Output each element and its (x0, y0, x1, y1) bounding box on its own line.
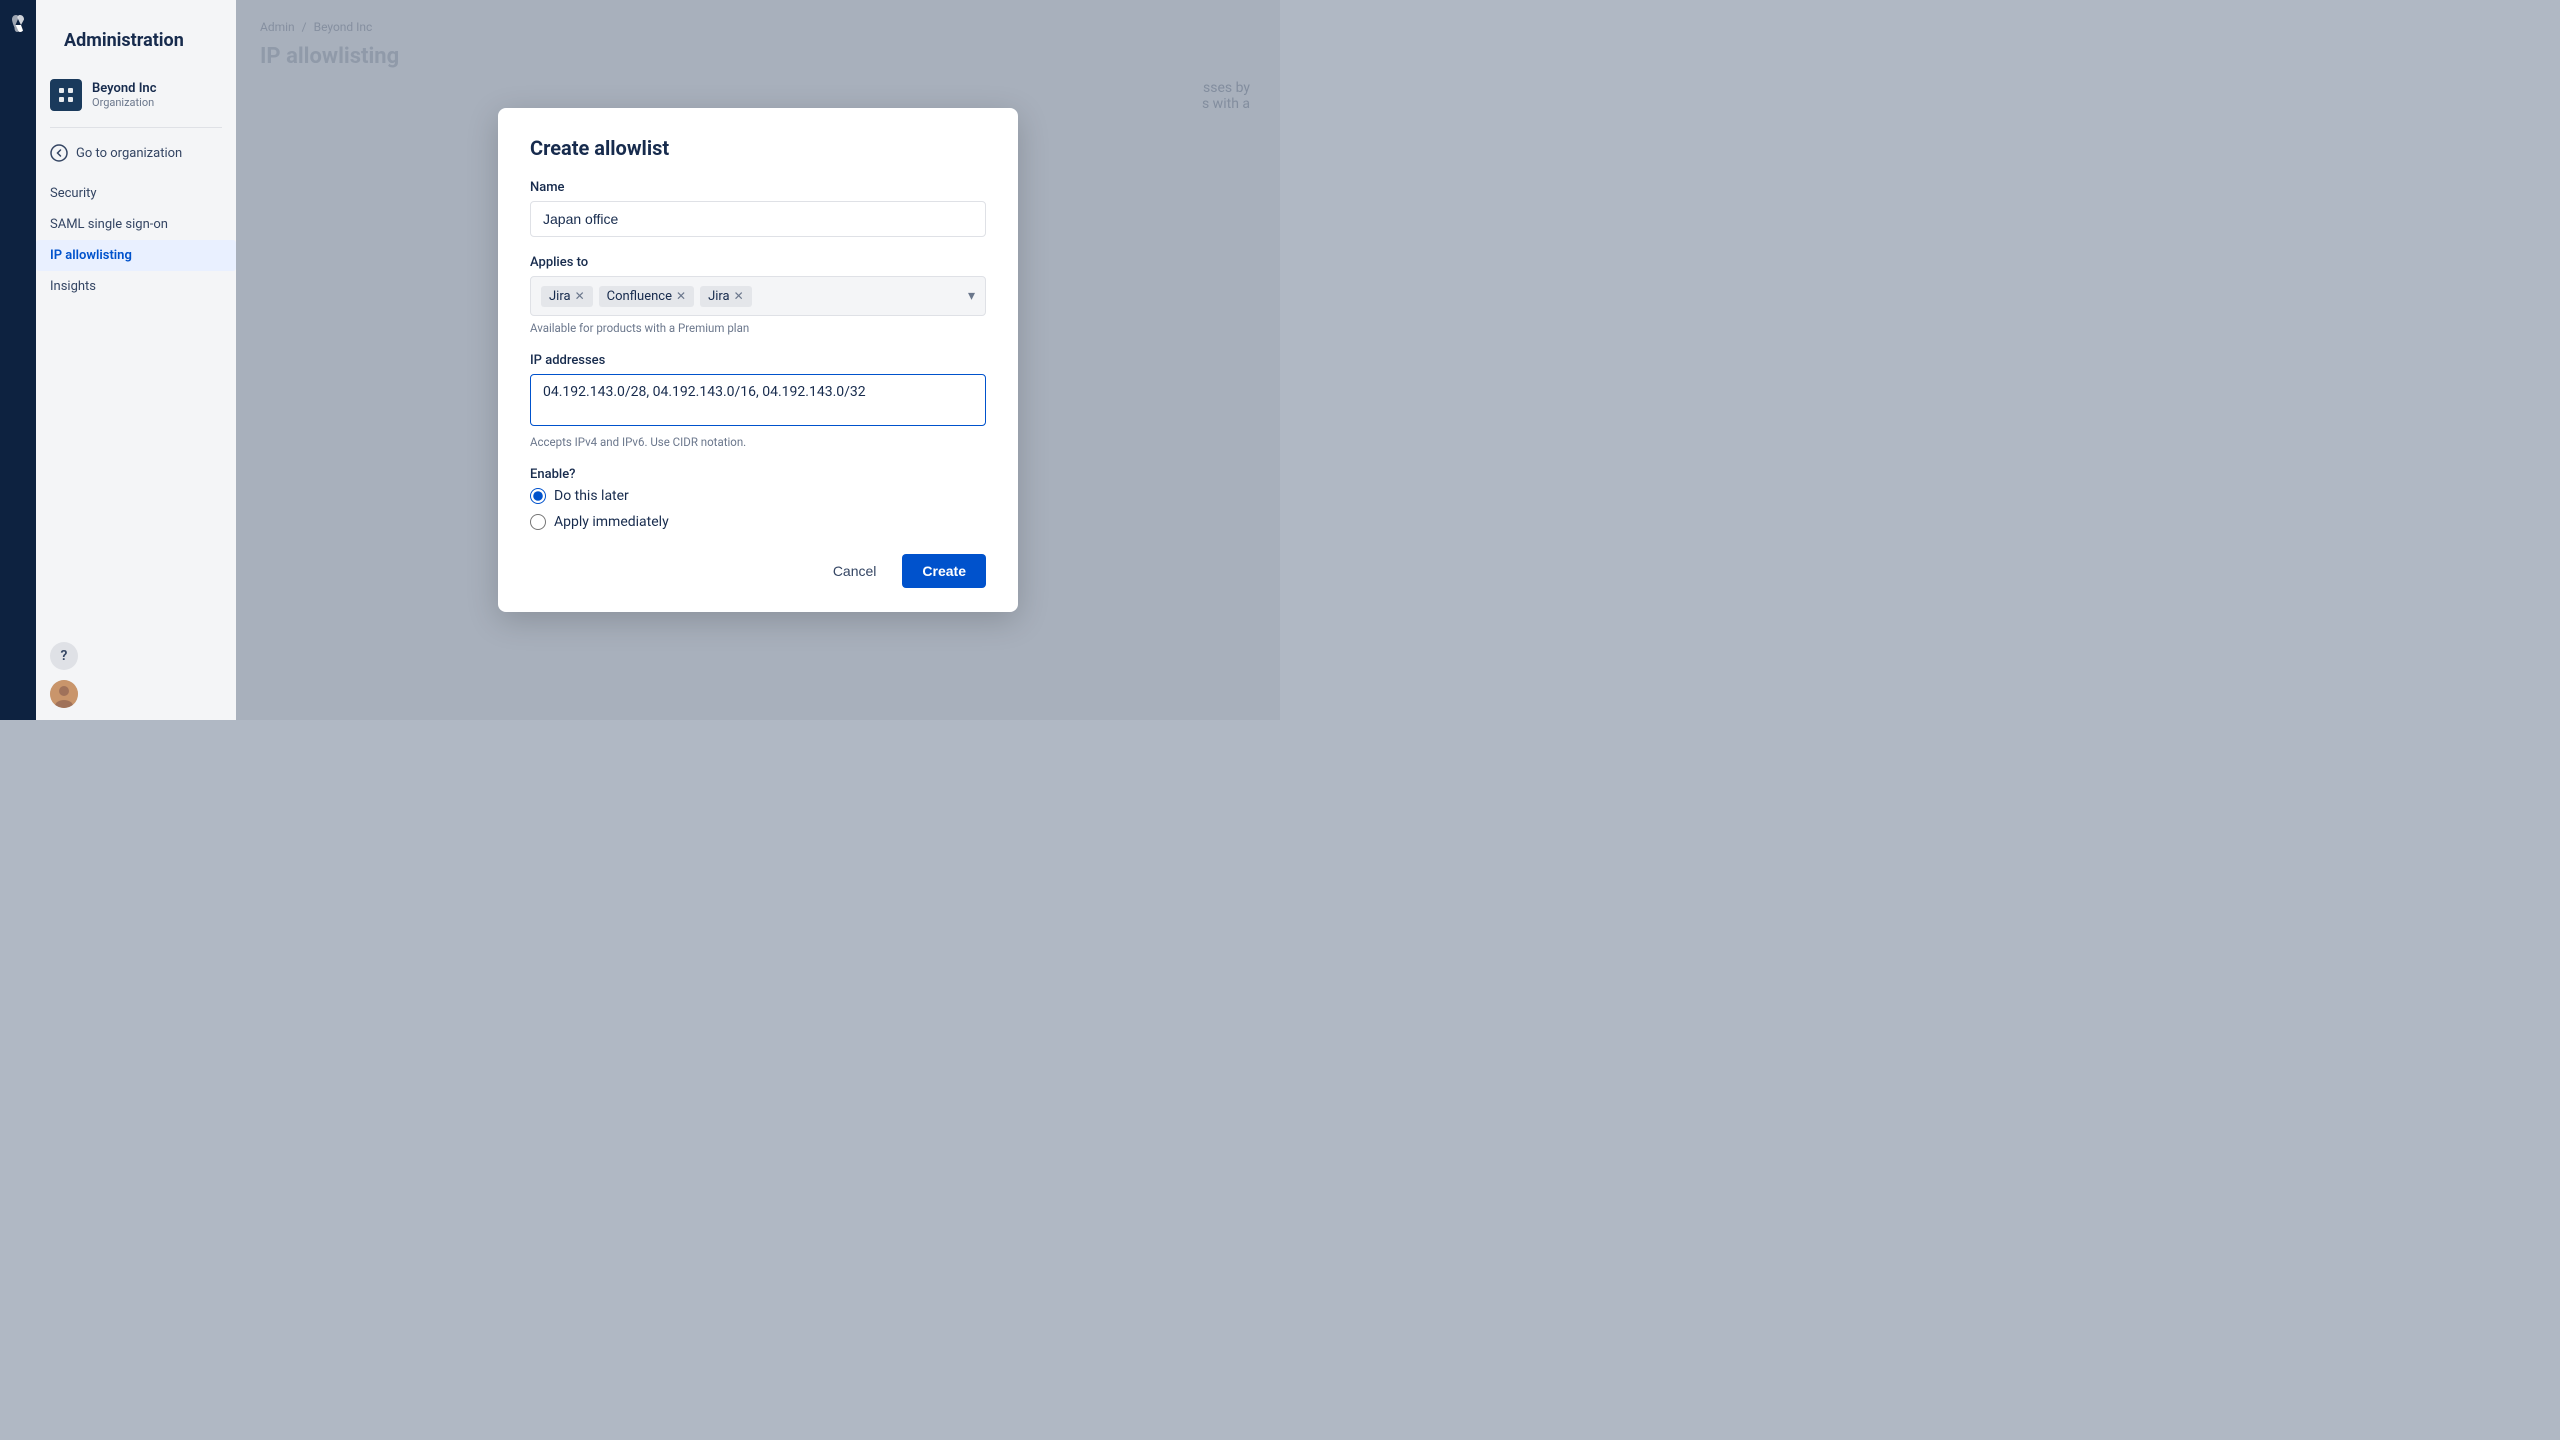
ip-addresses-input[interactable]: 04.192.143.0/28, 04.192.143.0/16, 04.192… (530, 374, 986, 426)
ip-hint: Accepts IPv4 and IPv6. Use CIDR notation… (530, 435, 986, 449)
avatar[interactable] (50, 680, 78, 708)
nav-bottom: ? (36, 630, 236, 720)
admin-title: Administration (50, 16, 222, 61)
nav-panel: Administration Beyond Inc Organization G… (36, 0, 236, 720)
help-button[interactable]: ? (50, 642, 78, 670)
go-to-org-button[interactable]: Go to organization (36, 136, 236, 170)
sidebar-item-security[interactable]: Security (36, 178, 236, 209)
org-type: Organization (92, 96, 156, 109)
applies-to-dropdown[interactable]: Jira ✕ Confluence ✕ Jira ✕ ▾ (530, 276, 986, 316)
org-icon (50, 79, 82, 111)
radio-do-later-input[interactable] (530, 488, 546, 504)
name-input[interactable] (530, 201, 986, 237)
tag-jira-1: Jira ✕ (541, 286, 593, 307)
create-allowlist-modal: Create allowlist Name Applies to Jira ✕ … (498, 108, 1018, 612)
ip-label: IP addresses (530, 353, 986, 368)
go-to-org-label: Go to organization (76, 146, 182, 161)
name-form-group: Name (530, 180, 986, 237)
tag-jira-2: Jira ✕ (700, 286, 752, 307)
nav-header: Administration (36, 0, 236, 71)
enable-radio-group: Do this later Apply immediately (530, 488, 986, 530)
sidebar-item-insights[interactable]: Insights (36, 271, 236, 302)
enable-label: Enable? (530, 467, 986, 482)
modal-title: Create allowlist (530, 136, 986, 160)
tag-confluence: Confluence ✕ (599, 286, 694, 307)
back-icon (50, 144, 68, 162)
create-button[interactable]: Create (902, 554, 986, 588)
modal-overlay: Create allowlist Name Applies to Jira ✕ … (236, 0, 1280, 720)
org-details: Beyond Inc Organization (92, 81, 156, 109)
atlassian-logo (6, 12, 30, 36)
ip-form-group: IP addresses 04.192.143.0/28, 04.192.143… (530, 353, 986, 449)
enable-form-group: Enable? Do this later Apply immediately (530, 467, 986, 530)
applies-to-hint: Available for products with a Premium pl… (530, 321, 986, 335)
nav-menu: Security SAML single sign-on IP allowlis… (36, 170, 236, 310)
tag-remove-jira-1[interactable]: ✕ (575, 290, 585, 302)
modal-footer: Cancel Create (530, 554, 986, 588)
applies-to-label: Applies to (530, 255, 986, 270)
main-content: Admin / Beyond Inc IP allowlisting sses … (236, 0, 1280, 720)
sidebar-item-saml[interactable]: SAML single sign-on (36, 209, 236, 240)
radio-do-later[interactable]: Do this later (530, 488, 986, 504)
tag-remove-jira-2[interactable]: ✕ (734, 290, 744, 302)
cancel-button[interactable]: Cancel (817, 554, 893, 588)
org-info: Beyond Inc Organization (36, 71, 236, 119)
applies-to-form-group: Applies to Jira ✕ Confluence ✕ Jira ✕ ▾ (530, 255, 986, 335)
sidebar-icon-strip (0, 0, 36, 720)
radio-apply-immediately[interactable]: Apply immediately (530, 514, 986, 530)
sidebar-item-ip-allowlisting[interactable]: IP allowlisting (36, 240, 236, 271)
dropdown-arrow-icon: ▾ (968, 288, 975, 304)
tag-remove-confluence[interactable]: ✕ (676, 290, 686, 302)
radio-apply-immediately-input[interactable] (530, 514, 546, 530)
org-name: Beyond Inc (92, 81, 156, 96)
name-label: Name (530, 180, 986, 195)
nav-divider (50, 127, 222, 128)
